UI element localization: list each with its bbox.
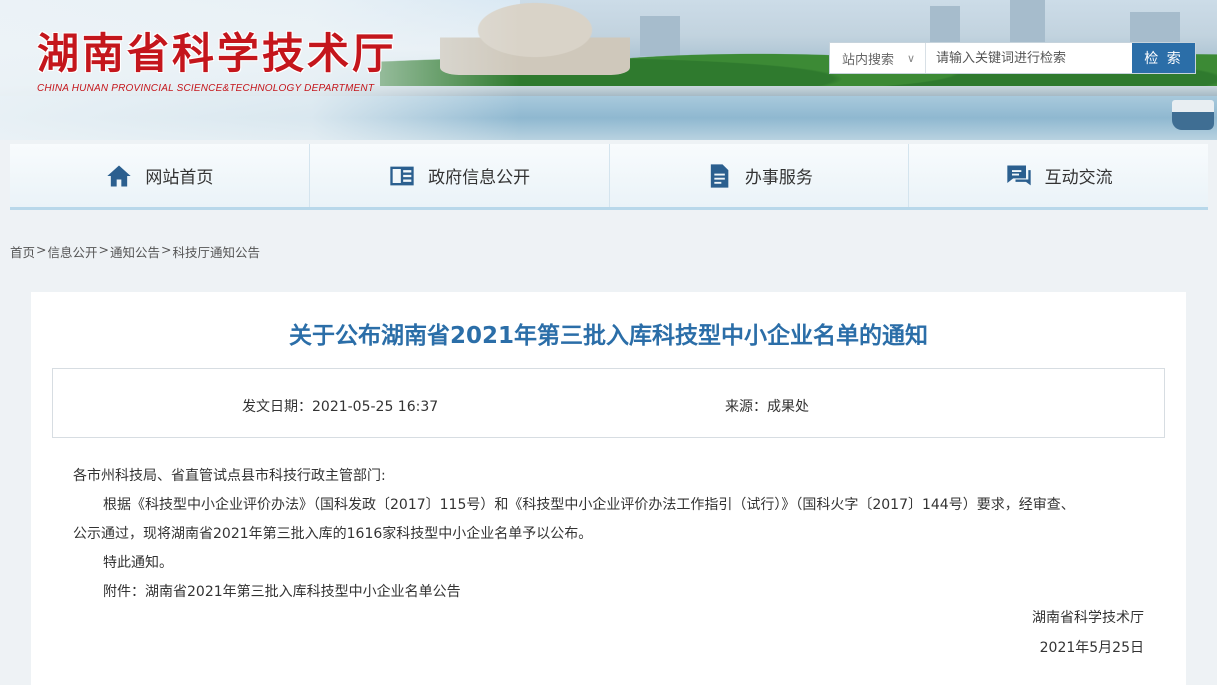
search-button[interactable]: 检 索 xyxy=(1132,43,1195,73)
nav-item-label: 网站首页 xyxy=(145,168,214,188)
breadcrumb-link[interactable]: 科技厅通知公告 xyxy=(173,242,261,261)
article-source: 来源：成果处 xyxy=(725,399,809,415)
paragraph-line: 根据《科技型中小企业评价办法》（国科发政〔2017〕115号）和《科技型中小企业… xyxy=(103,497,1075,513)
search-scope-label: 站内搜索 xyxy=(842,52,895,68)
search-scope-select[interactable]: 站内搜索 ∨ xyxy=(830,43,926,73)
nav-item-label: 办事服务 xyxy=(744,168,813,188)
sign-date: 2021年5月25日 xyxy=(1039,640,1144,656)
publish-date: 发文日期：2021-05-25 16:37 xyxy=(242,399,439,415)
book-icon xyxy=(390,166,414,185)
article-panel: 关于公布湖南省2021年第三批入库科技型中小企业名单的通知 发文日期：2021-… xyxy=(31,292,1186,685)
site-logo-title[interactable]: 湖南省科学技术厅 xyxy=(37,20,397,81)
site-logo-subtitle: CHINA HUNAN PROVINCIAL SCIENCE&TECHNOLOG… xyxy=(37,83,375,94)
breadcrumb-link[interactable]: 信息公开 xyxy=(48,242,98,261)
chat-icon xyxy=(1006,165,1031,185)
boat xyxy=(1172,100,1214,130)
document-icon xyxy=(710,163,729,188)
breadcrumb: 首页 > 信息公开 > 通知公告 > 科技厅通知公告 xyxy=(10,242,260,261)
home-icon xyxy=(107,165,132,186)
nav-item-home[interactable]: 网站首页 xyxy=(10,144,310,207)
search-input[interactable] xyxy=(926,43,1132,73)
search-bar: 站内搜索 ∨ 检 索 xyxy=(829,42,1196,74)
article-title: 关于公布湖南省2021年第三批入库科技型中小企业名单的通知 xyxy=(288,323,928,349)
main-nav: 网站首页 政府信息公开 办事服务 互动交流 xyxy=(10,144,1208,210)
nav-item-interaction[interactable]: 互动交流 xyxy=(909,144,1208,207)
closing-line: 特此通知。 xyxy=(103,555,173,571)
salutation: 各市州科技局、省直管试点县市科技行政主管部门: xyxy=(73,468,386,484)
article-meta-box: 发文日期：2021-05-25 16:37 来源：成果处 xyxy=(52,368,1165,438)
breadcrumb-link[interactable]: 通知公告 xyxy=(110,242,160,261)
article-body: 各市州科技局、省直管试点县市科技行政主管部门: 根据《科技型中小企业评价办法》（… xyxy=(73,462,1148,607)
breadcrumb-separator: > xyxy=(98,242,109,257)
nav-item-label: 政府信息公开 xyxy=(428,168,531,188)
signer: 湖南省科学技术厅 xyxy=(1032,610,1144,626)
breadcrumb-separator: > xyxy=(36,242,47,257)
nav-item-label: 互动交流 xyxy=(1044,168,1113,188)
breadcrumb-separator: > xyxy=(161,242,172,257)
paragraph-line: 公示通过，现将湖南省2021年第三批入库的1616家科技型中小企业名单予以公布。 xyxy=(73,526,593,542)
nav-item-services[interactable]: 办事服务 xyxy=(609,144,910,207)
attachment-link[interactable]: 附件：湖南省2021年第三批入库科技型中小企业名单公告 xyxy=(73,578,1148,607)
nav-item-public-info[interactable]: 政府信息公开 xyxy=(309,144,610,207)
breadcrumb-link[interactable]: 首页 xyxy=(10,242,35,261)
chevron-down-icon: ∨ xyxy=(906,51,915,65)
